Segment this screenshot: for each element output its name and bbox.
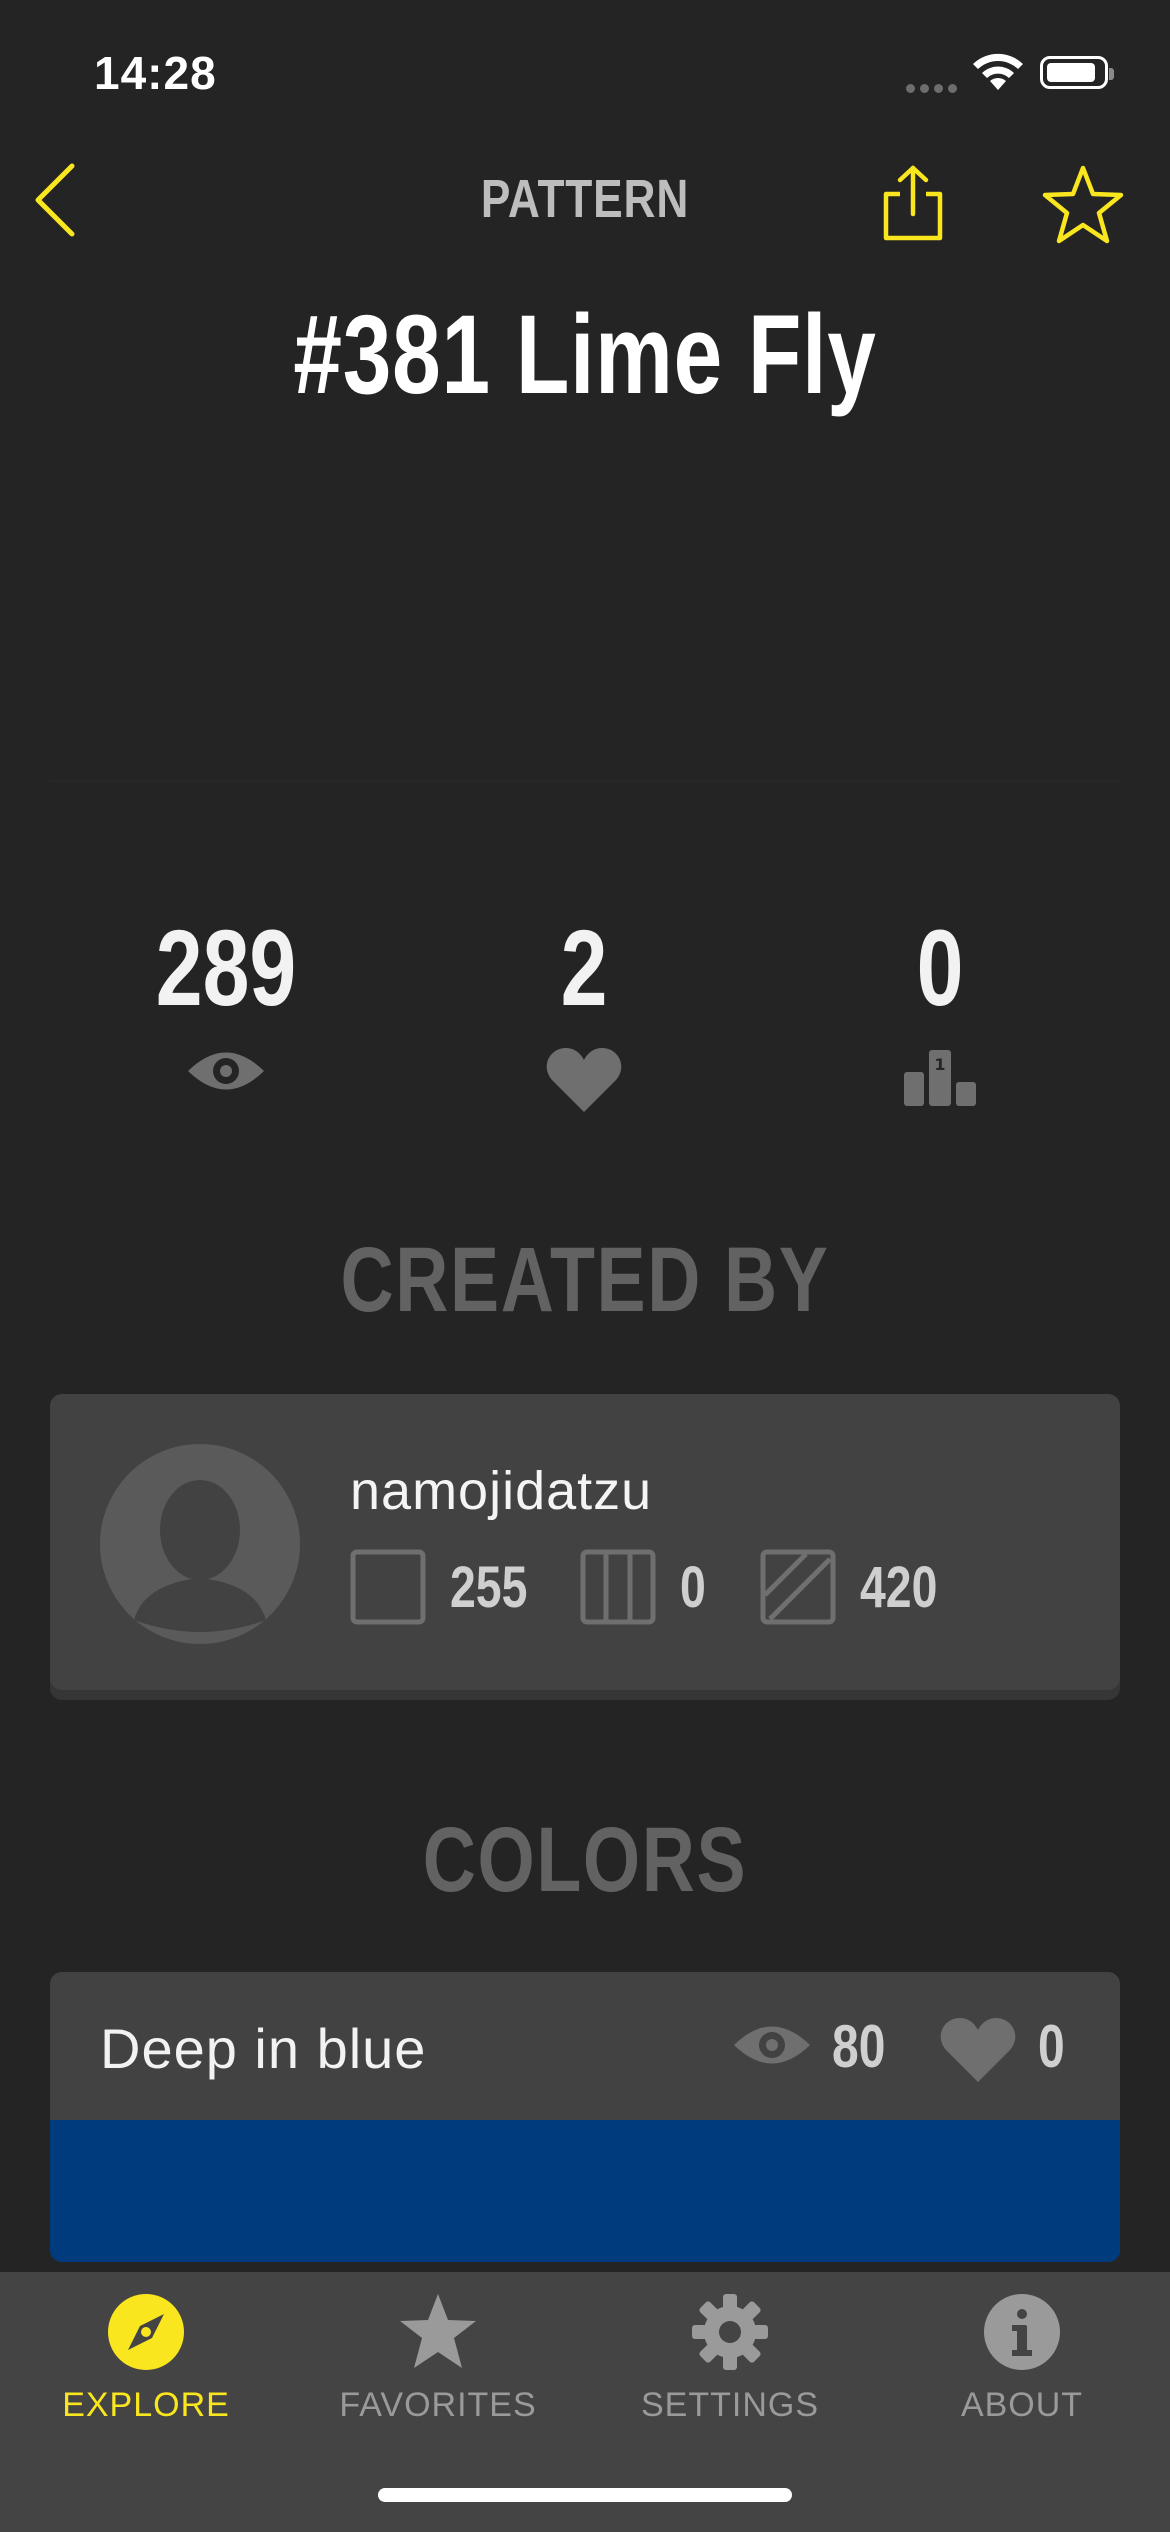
tab-favorites-label: FAVORITES bbox=[339, 2386, 537, 2424]
columns-count: 0 bbox=[680, 1554, 706, 1620]
svg-text:1: 1 bbox=[934, 1055, 945, 1074]
gear-icon bbox=[690, 2292, 770, 2372]
battery-icon bbox=[1040, 56, 1114, 89]
share-icon bbox=[883, 165, 943, 241]
color-name: Deep in blue bbox=[100, 2017, 427, 2080]
eye-icon bbox=[76, 1046, 376, 1101]
tab-explore-label: EXPLORE bbox=[62, 2386, 230, 2424]
tab-about[interactable]: ABOUT bbox=[876, 2272, 1168, 2425]
eye-icon bbox=[732, 2020, 812, 2075]
tab-settings[interactable]: SETTINGS bbox=[584, 2272, 876, 2425]
avatar bbox=[100, 1444, 300, 1644]
pattern-title: #381 Lime Fly bbox=[293, 292, 877, 417]
status-time: 14:28 bbox=[94, 47, 217, 99]
favorite-button[interactable] bbox=[1040, 164, 1126, 251]
chevron-left-icon bbox=[35, 163, 75, 237]
columns-count-stat: 0 bbox=[580, 1549, 712, 1625]
tab-explore[interactable]: EXPLORE bbox=[0, 2272, 292, 2425]
stripes-count-stat: 420 bbox=[760, 1549, 957, 1625]
tab-favorites[interactable]: FAVORITES bbox=[292, 2272, 584, 2425]
user-placeholder-icon bbox=[134, 1480, 266, 1632]
info-icon bbox=[982, 2292, 1062, 2372]
podium-icon: 1 bbox=[790, 1046, 1090, 1113]
creator-card[interactable]: namojidatzu 255 0 420 bbox=[50, 1394, 1120, 1690]
views-stat: 289 bbox=[76, 905, 376, 1101]
star-outline-icon bbox=[1042, 165, 1124, 244]
color-likes-count: 0 bbox=[1038, 2013, 1065, 2080]
pattern-preview[interactable] bbox=[50, 430, 1120, 782]
stripes-count: 420 bbox=[860, 1554, 938, 1620]
likes-stat: 2 bbox=[434, 905, 734, 1119]
squares-count: 255 bbox=[450, 1554, 528, 1620]
star-icon bbox=[398, 2292, 478, 2372]
columns-pattern-icon bbox=[580, 1549, 656, 1625]
heart-icon bbox=[938, 2016, 1018, 2089]
likes-count: 2 bbox=[560, 907, 608, 1028]
rank-stat: 0 1 bbox=[790, 905, 1090, 1113]
color-card[interactable]: Deep in blue 80 0 bbox=[50, 1972, 1120, 2262]
colors-heading: COLORS bbox=[422, 1809, 748, 1911]
created-by-heading: CREATED BY bbox=[340, 1229, 830, 1331]
diagonal-pattern-icon bbox=[760, 1549, 836, 1625]
creator-username: namojidatzu bbox=[350, 1461, 653, 1521]
compass-icon bbox=[106, 2292, 186, 2372]
wifi-icon bbox=[970, 52, 1026, 97]
share-button[interactable] bbox=[880, 164, 946, 249]
tab-about-label: ABOUT bbox=[960, 2386, 1084, 2424]
color-views-count: 80 bbox=[832, 2013, 886, 2080]
color-swatch bbox=[50, 2120, 1120, 2262]
rank-count: 0 bbox=[916, 907, 964, 1028]
home-indicator bbox=[378, 2488, 792, 2502]
tab-settings-label: SETTINGS bbox=[640, 2386, 820, 2424]
heart-icon bbox=[434, 1046, 734, 1119]
cellular-signal-icon bbox=[906, 80, 962, 98]
back-button[interactable] bbox=[30, 160, 80, 245]
views-count: 289 bbox=[155, 907, 297, 1028]
squares-count-stat: 255 bbox=[350, 1549, 547, 1625]
square-pattern-icon bbox=[350, 1549, 426, 1625]
